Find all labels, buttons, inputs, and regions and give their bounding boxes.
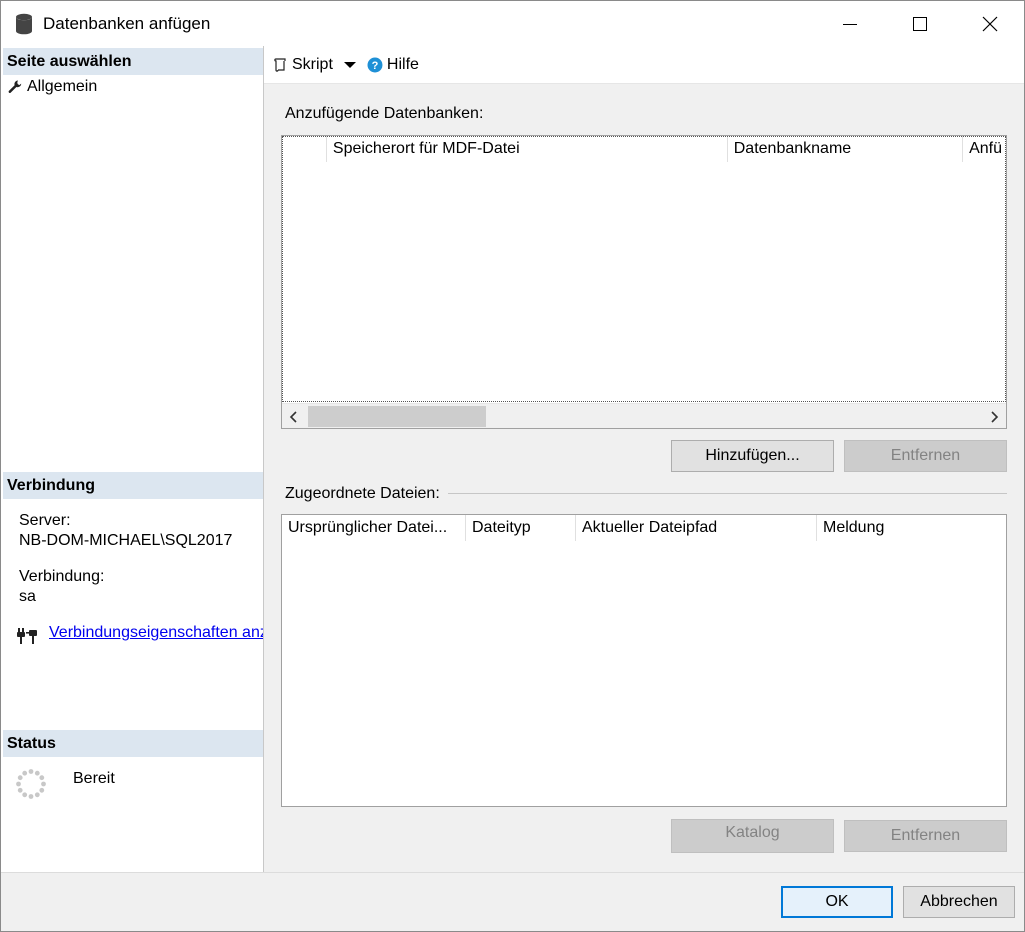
maximize-icon <box>913 16 927 31</box>
status-value: Bereit <box>73 770 115 787</box>
connection-header: Verbindung <box>3 472 263 499</box>
minimize-button[interactable] <box>815 1 885 46</box>
dialog-footer: OK Abbrechen <box>1 872 1024 931</box>
cancel-button[interactable]: Abbrechen <box>903 886 1015 918</box>
associated-files-label: Zugeordnete Dateien: <box>285 485 440 502</box>
script-label: Skript <box>292 55 333 73</box>
toolbar: Skript ? Hilfe <box>264 46 1024 84</box>
main-content: Anzufügende Datenbanken: Speicherort für… <box>264 84 1024 872</box>
remove-file-button[interactable]: Entfernen <box>844 820 1007 852</box>
column-header-current-path[interactable]: Aktueller Dateipfad <box>576 515 817 541</box>
connection-label: Verbindung: <box>19 568 105 585</box>
files-grid-header: Ursprünglicher Datei... Dateityp Aktuell… <box>282 515 1006 541</box>
databases-to-attach-label: Anzufügende Datenbanken: <box>285 105 484 122</box>
scroll-thumb[interactable] <box>308 406 486 427</box>
attach-databases-dialog: Datenbanken anfügen Seite auswählen Allg… <box>0 0 1025 932</box>
column-header-message[interactable]: Meldung <box>817 515 1006 541</box>
ok-button[interactable]: OK <box>781 886 893 918</box>
script-dropdown-button[interactable] <box>343 58 357 72</box>
add-button[interactable]: Hinzufügen... <box>671 440 834 472</box>
group-separator <box>448 493 1007 494</box>
maximize-button[interactable] <box>885 1 955 46</box>
dropdown-arrow-icon <box>343 61 356 68</box>
script-icon <box>274 57 286 72</box>
server-value: NB-DOM-MICHAEL\SQL2017 <box>19 532 233 549</box>
left-panel: Seite auswählen Allgemein Verbindung Ser… <box>1 46 264 872</box>
connection-value: sa <box>19 588 36 605</box>
minimize-icon <box>843 23 857 25</box>
catalog-button[interactable]: Katalog <box>671 819 834 853</box>
files-grid[interactable]: Ursprünglicher Datei... Dateityp Aktuell… <box>281 514 1007 807</box>
database-icon <box>16 13 32 35</box>
scroll-right-button[interactable] <box>982 404 1006 428</box>
nav-item-general[interactable]: Allgemein <box>7 77 97 97</box>
nav-item-label: Allgemein <box>27 78 98 95</box>
title-bar[interactable]: Datenbanken anfügen <box>1 1 1024 46</box>
scroll-left-button[interactable] <box>282 404 306 428</box>
server-label: Server: <box>19 512 71 529</box>
plug-icon <box>17 628 37 644</box>
databases-grid[interactable]: Speicherort für MDF-Datei Datenbankname … <box>281 135 1007 429</box>
select-page-header: Seite auswählen <box>3 48 263 75</box>
close-button[interactable] <box>955 1 1025 46</box>
progress-spinner-icon <box>16 769 46 799</box>
status-header: Status <box>3 730 263 757</box>
grid-focus-rect <box>282 136 1006 402</box>
help-icon: ? <box>367 57 383 72</box>
databases-horizontal-scrollbar[interactable] <box>282 403 1006 428</box>
close-icon <box>982 16 998 31</box>
help-label: Hilfe <box>386 55 419 73</box>
column-header-original-file[interactable]: Ursprünglicher Datei... <box>282 515 466 541</box>
svg-text:?: ? <box>372 60 379 72</box>
chevron-right-icon <box>991 410 999 423</box>
chevron-left-icon <box>289 410 297 423</box>
connection-properties-link[interactable]: Verbindungseigenschaften anzeigen <box>49 624 263 642</box>
window-title: Datenbanken anfügen <box>43 14 211 33</box>
help-button[interactable]: ? Hilfe <box>367 56 419 74</box>
script-button[interactable]: Skript <box>272 56 333 74</box>
remove-database-button[interactable]: Entfernen <box>844 440 1007 472</box>
column-header-file-type[interactable]: Dateityp <box>466 515 576 541</box>
wrench-icon <box>8 80 22 94</box>
